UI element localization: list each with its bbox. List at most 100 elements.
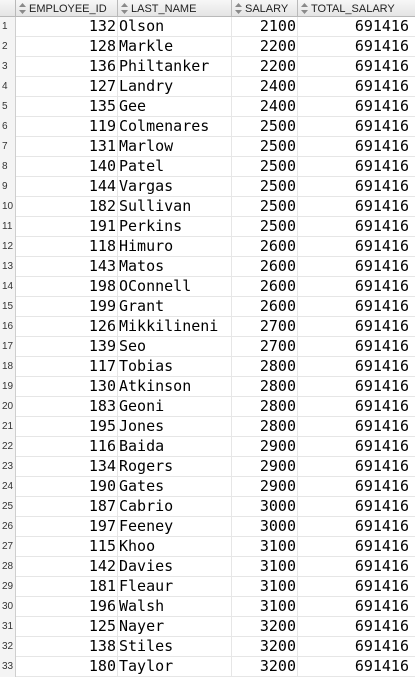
cell-salary[interactable]: 2800	[232, 377, 298, 397]
cell-employee-id[interactable]: 135	[16, 97, 118, 117]
cell-last-name[interactable]: Gates	[118, 477, 232, 497]
cell-employee-id[interactable]: 116	[16, 437, 118, 457]
table-row[interactable]: 18 117 Tobias 2800 691416	[0, 357, 415, 377]
cell-last-name[interactable]: Atkinson	[118, 377, 232, 397]
table-row[interactable]: 1 132 Olson 2100 691416	[0, 17, 415, 37]
cell-salary[interactable]: 3000	[232, 497, 298, 517]
table-row[interactable]: 22 116 Baida 2900 691416	[0, 437, 415, 457]
sort-arrows-icon[interactable]	[120, 3, 128, 15]
cell-total-salary[interactable]: 691416	[298, 237, 415, 257]
row-number[interactable]: 5	[0, 97, 16, 117]
cell-last-name[interactable]: Fleaur	[118, 577, 232, 597]
column-header-salary[interactable]: SALARY	[232, 0, 298, 17]
row-number[interactable]: 31	[0, 617, 16, 637]
cell-employee-id[interactable]: 182	[16, 197, 118, 217]
table-row[interactable]: 20 183 Geoni 2800 691416	[0, 397, 415, 417]
row-number[interactable]: 10	[0, 197, 16, 217]
cell-last-name[interactable]: Walsh	[118, 597, 232, 617]
cell-employee-id[interactable]: 196	[16, 597, 118, 617]
table-row[interactable]: 17 139 Seo 2700 691416	[0, 337, 415, 357]
row-number[interactable]: 12	[0, 237, 16, 257]
row-number[interactable]: 4	[0, 77, 16, 97]
cell-last-name[interactable]: Gee	[118, 97, 232, 117]
table-row[interactable]: 14 198 OConnell 2600 691416	[0, 277, 415, 297]
row-number[interactable]: 18	[0, 357, 16, 377]
table-row[interactable]: 23 134 Rogers 2900 691416	[0, 457, 415, 477]
table-row[interactable]: 19 130 Atkinson 2800 691416	[0, 377, 415, 397]
cell-total-salary[interactable]: 691416	[298, 377, 415, 397]
table-row[interactable]: 26 197 Feeney 3000 691416	[0, 517, 415, 537]
cell-last-name[interactable]: Sullivan	[118, 197, 232, 217]
cell-last-name[interactable]: Landry	[118, 77, 232, 97]
cell-employee-id[interactable]: 127	[16, 77, 118, 97]
row-number[interactable]: 7	[0, 137, 16, 157]
cell-employee-id[interactable]: 128	[16, 37, 118, 57]
table-row[interactable]: 31 125 Nayer 3200 691416	[0, 617, 415, 637]
cell-last-name[interactable]: Colmenares	[118, 117, 232, 137]
row-number[interactable]: 32	[0, 637, 16, 657]
cell-last-name[interactable]: Marlow	[118, 137, 232, 157]
table-row[interactable]: 12 118 Himuro 2600 691416	[0, 237, 415, 257]
row-number[interactable]: 20	[0, 397, 16, 417]
cell-total-salary[interactable]: 691416	[298, 637, 415, 657]
cell-employee-id[interactable]: 191	[16, 217, 118, 237]
cell-salary[interactable]: 2500	[232, 157, 298, 177]
cell-total-salary[interactable]: 691416	[298, 197, 415, 217]
table-row[interactable]: 30 196 Walsh 3100 691416	[0, 597, 415, 617]
table-row[interactable]: 21 195 Jones 2800 691416	[0, 417, 415, 437]
cell-last-name[interactable]: Cabrio	[118, 497, 232, 517]
cell-employee-id[interactable]: 195	[16, 417, 118, 437]
cell-employee-id[interactable]: 181	[16, 577, 118, 597]
table-row[interactable]: 6 119 Colmenares 2500 691416	[0, 117, 415, 137]
cell-employee-id[interactable]: 183	[16, 397, 118, 417]
cell-last-name[interactable]: Grant	[118, 297, 232, 317]
cell-employee-id[interactable]: 142	[16, 557, 118, 577]
row-number[interactable]: 23	[0, 457, 16, 477]
cell-salary[interactable]: 2600	[232, 277, 298, 297]
row-number[interactable]: 29	[0, 577, 16, 597]
cell-employee-id[interactable]: 144	[16, 177, 118, 197]
row-number[interactable]: 26	[0, 517, 16, 537]
cell-last-name[interactable]: OConnell	[118, 277, 232, 297]
table-row[interactable]: 11 191 Perkins 2500 691416	[0, 217, 415, 237]
cell-employee-id[interactable]: 180	[16, 657, 118, 677]
row-number[interactable]: 16	[0, 317, 16, 337]
cell-total-salary[interactable]: 691416	[298, 157, 415, 177]
cell-total-salary[interactable]: 691416	[298, 617, 415, 637]
cell-salary[interactable]: 3200	[232, 657, 298, 677]
row-number[interactable]: 15	[0, 297, 16, 317]
cell-salary[interactable]: 2800	[232, 417, 298, 437]
cell-last-name[interactable]: Baida	[118, 437, 232, 457]
sort-arrows-icon[interactable]	[300, 3, 308, 15]
cell-total-salary[interactable]: 691416	[298, 397, 415, 417]
row-number[interactable]: 17	[0, 337, 16, 357]
row-number[interactable]: 30	[0, 597, 16, 617]
table-row[interactable]: 24 190 Gates 2900 691416	[0, 477, 415, 497]
cell-employee-id[interactable]: 140	[16, 157, 118, 177]
cell-salary[interactable]: 3200	[232, 637, 298, 657]
cell-employee-id[interactable]: 138	[16, 637, 118, 657]
cell-employee-id[interactable]: 131	[16, 137, 118, 157]
cell-salary[interactable]: 2600	[232, 237, 298, 257]
cell-total-salary[interactable]: 691416	[298, 517, 415, 537]
cell-total-salary[interactable]: 691416	[298, 257, 415, 277]
cell-total-salary[interactable]: 691416	[298, 497, 415, 517]
cell-employee-id[interactable]: 187	[16, 497, 118, 517]
cell-employee-id[interactable]: 134	[16, 457, 118, 477]
cell-total-salary[interactable]: 691416	[298, 357, 415, 377]
table-row[interactable]: 25 187 Cabrio 3000 691416	[0, 497, 415, 517]
cell-last-name[interactable]: Tobias	[118, 357, 232, 377]
cell-total-salary[interactable]: 691416	[298, 597, 415, 617]
row-number[interactable]: 11	[0, 217, 16, 237]
cell-employee-id[interactable]: 130	[16, 377, 118, 397]
cell-last-name[interactable]: Rogers	[118, 457, 232, 477]
cell-employee-id[interactable]: 198	[16, 277, 118, 297]
cell-employee-id[interactable]: 143	[16, 257, 118, 277]
cell-salary[interactable]: 2900	[232, 477, 298, 497]
cell-last-name[interactable]: Seo	[118, 337, 232, 357]
column-header-employee-id[interactable]: EMPLOYEE_ID	[16, 0, 118, 17]
row-number[interactable]: 22	[0, 437, 16, 457]
row-number[interactable]: 24	[0, 477, 16, 497]
column-header-total-salary[interactable]: TOTAL_SALARY	[298, 0, 415, 17]
cell-last-name[interactable]: Khoo	[118, 537, 232, 557]
